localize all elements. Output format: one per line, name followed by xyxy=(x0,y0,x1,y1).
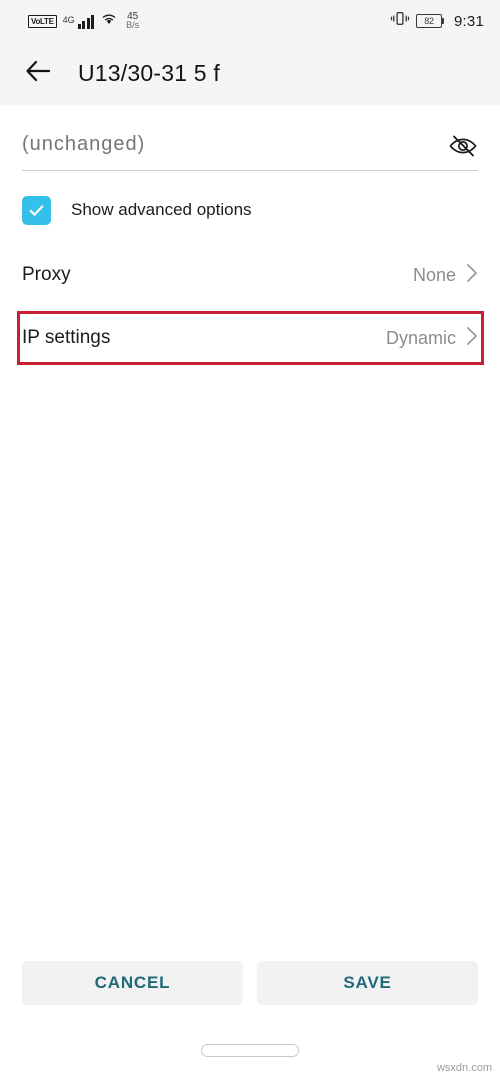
network-speed-unit: B/s xyxy=(126,20,140,30)
status-bar: VoLTE 4G 45 B/s 82 9:31 xyxy=(0,0,500,42)
chevron-right-icon xyxy=(466,326,478,351)
status-bar-right: 82 9:31 xyxy=(390,10,484,32)
back-arrow-icon[interactable] xyxy=(22,55,54,92)
checkbox-checked-icon[interactable] xyxy=(22,195,51,225)
proxy-label: Proxy xyxy=(22,264,71,285)
ip-settings-value-group: Dynamic xyxy=(386,326,478,351)
battery-level-label: 82 xyxy=(424,16,434,26)
action-button-bar: CANCEL SAVE xyxy=(0,961,500,1005)
phone-screen: VoLTE 4G 45 B/s 82 9:31 U13/30-31 5 f (u… xyxy=(0,0,500,1083)
password-field-row[interactable] xyxy=(22,105,478,171)
wifi-icon xyxy=(100,11,118,31)
signal-bars-icon xyxy=(77,14,95,29)
ip-settings-label: IP settings xyxy=(22,327,111,348)
ip-settings-value: Dynamic xyxy=(385,327,456,348)
vibrate-icon xyxy=(390,10,410,32)
network-generation-label: 4G xyxy=(62,15,75,25)
password-input[interactable] xyxy=(22,133,402,156)
watermark-label: wsxdn.com xyxy=(436,1062,492,1074)
chevron-right-icon xyxy=(466,263,478,288)
save-button[interactable]: SAVE xyxy=(257,961,478,1005)
main-content: Show advanced options Proxy None IP sett… xyxy=(0,105,500,1083)
battery-icon: 82 xyxy=(416,14,444,28)
network-speed-indicator: 45 B/s xyxy=(126,12,139,30)
status-bar-left: VoLTE 4G 45 B/s xyxy=(28,11,139,31)
page-title: U13/30-31 5 f xyxy=(78,60,220,86)
proxy-value-group: None xyxy=(413,263,478,288)
checkbox-label: Show advanced options xyxy=(71,200,252,219)
volte-icon: VoLTE xyxy=(28,14,57,28)
eye-off-icon[interactable] xyxy=(448,133,478,164)
cancel-button[interactable]: CANCEL xyxy=(22,961,243,1005)
proxy-value: None xyxy=(412,264,456,285)
setting-row-proxy[interactable]: Proxy None xyxy=(22,249,478,301)
show-advanced-options-checkbox-row[interactable]: Show advanced options xyxy=(22,193,478,227)
setting-row-ip-settings[interactable]: IP settings Dynamic xyxy=(0,311,500,365)
home-gesture-pill[interactable] xyxy=(201,1044,299,1057)
app-bar: U13/30-31 5 f xyxy=(0,42,500,105)
clock-label: 9:31 xyxy=(454,12,484,30)
